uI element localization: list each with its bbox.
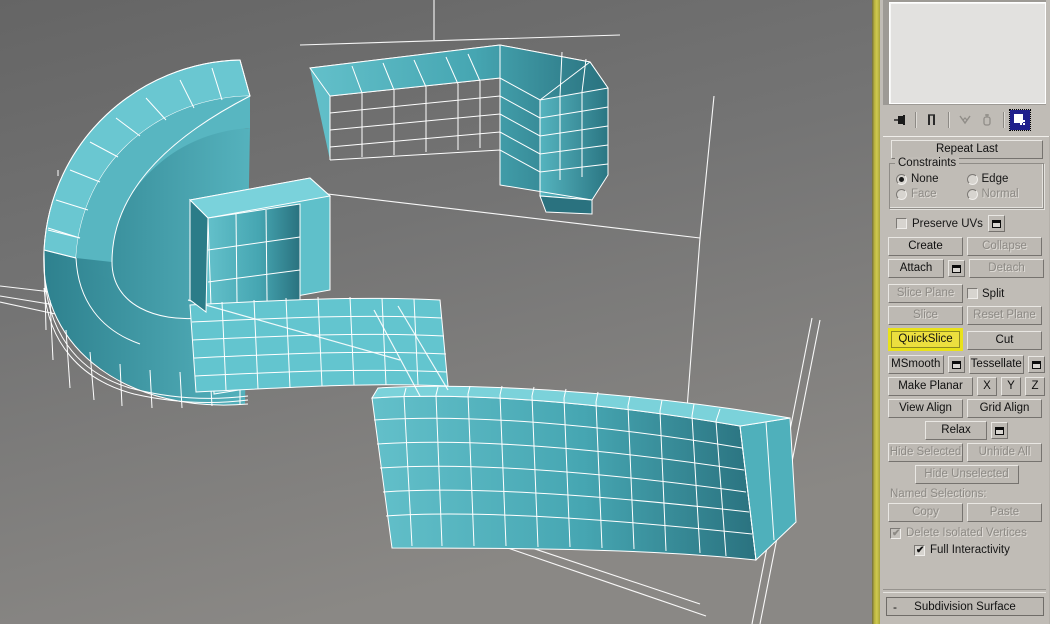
subdivision-surface-rollout-header[interactable]: - Subdivision Surface — [886, 597, 1044, 616]
radio-edge-indicator[interactable] — [966, 173, 978, 185]
msmooth-tessellate-row: MSmooth Tessellate — [888, 355, 1045, 374]
modifier-stack-toolbar — [883, 106, 1049, 134]
hide-unselected-button: Hide Unselected — [914, 465, 1019, 484]
pin-stack-icon[interactable] — [889, 110, 909, 130]
grid-align-button[interactable]: Grid Align — [967, 399, 1042, 418]
subdivision-surface-label: Subdivision Surface — [914, 600, 1016, 613]
hide-selected-button: Hide Selected — [888, 443, 963, 462]
preserve-uvs-settings-button[interactable] — [987, 215, 1005, 232]
unhide-all-button: Unhide All — [967, 443, 1042, 462]
delete-isolated-row: Delete Isolated Vertices — [890, 527, 1045, 540]
constraints-row-2: Face Normal — [896, 188, 1037, 200]
collapse-button: Collapse — [967, 237, 1042, 256]
attach-settings-button[interactable] — [948, 260, 965, 277]
slice-plane-button: Slice Plane — [888, 284, 963, 303]
slice-plane-split-row: Slice Plane Split — [888, 284, 1045, 303]
make-planar-row: Make Planar X Y Z — [888, 377, 1045, 396]
toolbar-separator — [915, 112, 916, 128]
show-end-result-icon[interactable] — [922, 110, 942, 130]
full-interactivity-label: Full Interactivity — [930, 544, 1010, 556]
hide-unselected-row: Hide Unselected — [888, 465, 1045, 484]
attach-button[interactable]: Attach — [888, 259, 944, 278]
copy-button: Copy — [888, 503, 963, 522]
radio-edge-label: Edge — [981, 173, 1009, 185]
tessellate-settings-button[interactable] — [1028, 356, 1045, 373]
constraints-row-1: None Edge — [896, 173, 1037, 185]
toolbar-separator — [948, 112, 949, 128]
panel-highlight-strip — [872, 0, 880, 624]
cut-button[interactable]: Cut — [967, 331, 1042, 350]
view-align-button[interactable]: View Align — [888, 399, 963, 418]
perspective-viewport[interactable] — [0, 0, 872, 624]
viewport-3d-scene — [0, 0, 872, 624]
command-panel-body: Repeat Last Constraints None Edge Face N… — [880, 0, 1050, 624]
make-planar-x-button[interactable]: X — [977, 377, 997, 396]
make-planar-z-button[interactable]: Z — [1025, 377, 1045, 396]
preserve-uvs-checkbox[interactable] — [896, 218, 907, 229]
relax-row: Relax — [888, 421, 1045, 440]
slice-button: Slice — [888, 306, 963, 325]
full-interactivity-row: Full Interactivity — [914, 544, 1045, 557]
command-panel: Repeat Last Constraints None Edge Face N… — [872, 0, 1050, 624]
constraints-group-title: Constraints — [895, 157, 960, 169]
msmooth-button[interactable]: MSmooth — [888, 355, 944, 374]
radio-none-label: None — [911, 173, 939, 185]
configure-modifier-sets-icon[interactable] — [1009, 109, 1031, 131]
constraints-group: Constraints None Edge Face Normal — [889, 157, 1044, 209]
relax-settings-button[interactable] — [991, 422, 1008, 439]
quickslice-cut-row: QuickSlice Cut — [888, 328, 1045, 351]
make-planar-button[interactable]: Make Planar — [888, 377, 973, 396]
rollout-collapse-toggle[interactable]: - — [893, 601, 897, 613]
radio-face[interactable]: Face — [896, 188, 967, 200]
radio-none-indicator[interactable] — [896, 173, 907, 185]
relax-button[interactable]: Relax — [925, 421, 987, 440]
edit-geometry-rollout: Repeat Last Constraints None Edge Face N… — [883, 136, 1049, 624]
radio-edge[interactable]: Edge — [966, 173, 1038, 185]
delete-isolated-vertices-label: Delete Isolated Vertices — [906, 527, 1027, 539]
create-collapse-row: Create Collapse — [888, 237, 1045, 256]
align-row: View Align Grid Align — [888, 399, 1045, 418]
empty-preview-box[interactable] — [889, 2, 1046, 104]
tessellate-button[interactable]: Tessellate — [968, 355, 1024, 374]
radio-face-indicator[interactable] — [896, 188, 907, 200]
radio-none[interactable]: None — [896, 173, 967, 185]
quickslice-button[interactable]: QuickSlice — [891, 331, 960, 348]
paste-button: Paste — [967, 503, 1042, 522]
split-label: Split — [982, 287, 1005, 300]
preserve-uvs-row: Preserve UVs — [896, 215, 1045, 232]
toolbar-separator — [1003, 112, 1004, 128]
modifier-stack-panel[interactable] — [883, 0, 1046, 105]
app-window: Repeat Last Constraints None Edge Face N… — [0, 0, 1050, 624]
radio-normal-label: Normal — [981, 188, 1019, 200]
named-selections-label: Named Selections: — [890, 488, 987, 500]
quickslice-highlight-ring: QuickSlice — [888, 328, 963, 351]
rollout-divider — [883, 589, 1046, 593]
make-planar-y-button[interactable]: Y — [1001, 377, 1021, 396]
full-interactivity-checkbox[interactable] — [914, 544, 925, 557]
delete-isolated-vertices-checkbox[interactable] — [890, 527, 901, 540]
msmooth-settings-button[interactable] — [947, 356, 965, 373]
hide-row: Hide Selected Unhide All — [888, 443, 1045, 462]
split-checkbox[interactable] — [967, 288, 978, 299]
make-unique-icon[interactable] — [955, 110, 975, 130]
create-button[interactable]: Create — [888, 237, 963, 256]
radio-normal-indicator[interactable] — [966, 188, 978, 200]
remove-modifier-icon[interactable] — [977, 110, 997, 130]
reset-plane-button: Reset Plane — [967, 306, 1042, 325]
detach-button: Detach — [969, 259, 1044, 278]
radio-face-label: Face — [911, 188, 937, 200]
slice-reset-row: Slice Reset Plane — [888, 306, 1045, 325]
copy-paste-row: Copy Paste — [888, 503, 1045, 522]
preserve-uvs-label: Preserve UVs — [912, 217, 983, 230]
attach-detach-row: Attach Detach — [888, 259, 1045, 278]
radio-normal[interactable]: Normal — [966, 188, 1038, 200]
